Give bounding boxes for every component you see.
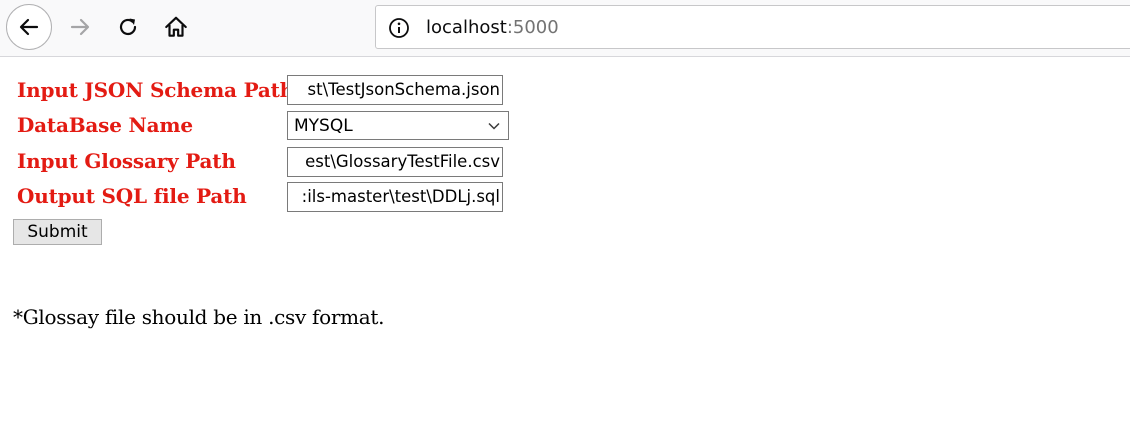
glossary-path-label: Input Glossary Path: [17, 149, 236, 173]
schema-path-label: Input JSON Schema Path: [17, 78, 295, 102]
glossary-path-input[interactable]: est\GlossaryTestFile.csv: [287, 147, 503, 177]
forward-button[interactable]: [62, 9, 98, 45]
url-port: :5000: [506, 17, 559, 38]
output-sql-path-label: Output SQL file Path: [17, 184, 247, 208]
output-sql-path-input[interactable]: :ils-master\test\DDLj.sql: [287, 182, 503, 212]
reload-icon: [119, 18, 137, 36]
back-arrow-icon: [19, 18, 39, 36]
browser-toolbar: localhost:5000: [0, 0, 1130, 57]
database-select[interactable]: MYSQL: [287, 111, 509, 140]
reload-button[interactable]: [110, 9, 146, 45]
submit-button[interactable]: Submit: [13, 219, 102, 245]
info-icon[interactable]: [388, 17, 410, 39]
forward-arrow-icon: [70, 18, 90, 36]
url-host: localhost: [426, 17, 507, 38]
database-name-label: DataBase Name: [17, 113, 193, 137]
glossary-path-value: est\GlossaryTestFile.csv: [305, 152, 500, 171]
database-selected-value: MYSQL: [294, 116, 353, 136]
schema-path-value: st\TestJsonSchema.json: [307, 80, 500, 99]
schema-path-input[interactable]: st\TestJsonSchema.json: [287, 75, 503, 105]
glossary-format-note: *Glossay file should be in .csv format.: [13, 305, 385, 329]
back-button[interactable]: [6, 4, 52, 50]
output-sql-path-value: :ils-master\test\DDLj.sql: [301, 187, 500, 206]
url-text[interactable]: localhost:5000: [426, 17, 559, 39]
chevron-down-icon: [488, 122, 500, 130]
home-icon: [165, 16, 187, 37]
address-bar[interactable]: localhost:5000: [375, 5, 1130, 49]
home-button[interactable]: [158, 9, 194, 45]
